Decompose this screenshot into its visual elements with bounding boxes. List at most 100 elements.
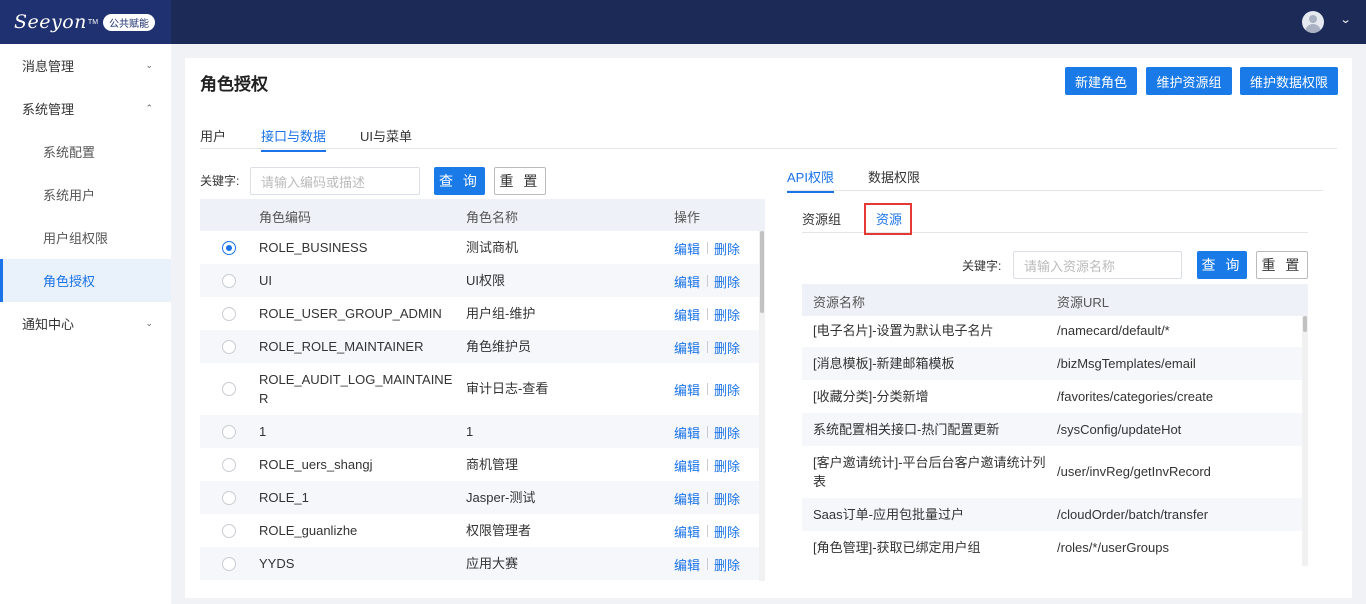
table-row[interactable]: ROLE_USER_GROUP_ADMIN 用户组-维护 编辑 删除 [200,297,759,330]
role-table-scrollbar[interactable] [759,231,765,581]
edit-link[interactable]: 编辑 [674,522,700,541]
row-radio[interactable] [222,306,236,321]
scrollbar-thumb[interactable] [1303,316,1307,332]
row-radio[interactable] [222,273,236,288]
table-row[interactable]: ROLE_guanlizhe 权限管理者 编辑 删除 [200,514,759,547]
sidebar-menu-notification[interactable]: 通知中心 ⌄ [0,302,171,345]
resource-name-cell: [客户邀请统计]-平台后台客户邀请统计列表 [813,453,1053,491]
role-code-cell: ROLE_USER_GROUP_ADMIN [259,305,442,321]
sidebar-menu-system[interactable]: 系统管理 ⌃ [0,87,171,130]
resource-name-cell: [收藏分类]-分类新增 [813,388,929,404]
delete-link[interactable]: 删除 [714,380,740,399]
role-query-button[interactable]: 查 询 [434,167,485,195]
row-radio[interactable] [222,424,236,439]
table-row[interactable]: ROLE_BUSINESS 测试商机 编辑 删除 [200,231,759,264]
page-title: 角色授权 [200,75,268,94]
resource-url-cell: /bizMsgTemplates/email [1057,355,1196,371]
edit-link[interactable]: 编辑 [674,456,700,475]
table-row[interactable]: YYDS 应用大赛 编辑 删除 [200,547,759,580]
delete-link[interactable]: 删除 [714,338,740,357]
tab-users[interactable]: 用户 [200,126,226,145]
table-row[interactable]: UI UI权限 编辑 删除 [200,264,759,297]
delete-link[interactable]: 删除 [714,555,740,574]
delete-link[interactable]: 删除 [714,239,740,258]
row-radio[interactable] [222,523,236,538]
tab-data-permission[interactable]: 数据权限 [868,167,920,186]
chevron-down-icon[interactable]: ⌄ [1340,13,1352,26]
main-panel: 角色授权 新建角色 维护资源组 维护数据权限 用户 接口与数据 UI与菜单 关键… [185,58,1352,598]
table-row[interactable]: [电子名片]-设置为默认电子名片/namecard/default/* [802,314,1302,347]
tab-api-data[interactable]: 接口与数据 [261,126,327,152]
resource-table-scrollbar[interactable] [1302,314,1308,566]
edit-link[interactable]: 编辑 [674,380,700,399]
role-code-cell: ROLE_BUSINESS [259,239,368,255]
row-radio[interactable] [222,240,236,255]
new-role-button[interactable]: 新建角色 [1065,67,1137,95]
delete-link[interactable]: 删除 [714,305,740,324]
logo-badge: 公共赋能 [103,13,156,31]
resource-query-button[interactable]: 查 询 [1197,251,1247,279]
table-row[interactable]: 1 1 编辑 删除 [200,415,759,448]
table-row[interactable]: Saas订单-应用包批量过户/cloudOrder/batch/transfer [802,498,1302,531]
sidebar-item-system-config[interactable]: 系统配置 [0,130,171,173]
edit-link[interactable]: 编辑 [674,338,700,357]
table-row[interactable]: ROLE_ROLE_MAINTAINER 角色维护员 编辑 删除 [200,330,759,363]
table-row[interactable]: [消息模板]-新建邮箱模板/bizMsgTemplates/email [802,347,1302,380]
sidebar-menu-message[interactable]: 消息管理 ⌄ [0,44,171,87]
resource-reset-button[interactable]: 重 置 [1256,251,1308,279]
scrollbar-thumb[interactable] [760,231,764,313]
user-icon-body [1305,24,1321,33]
resource-name-line: [客户邀请统计]-平台后台客户邀请统计列 [813,455,1046,470]
chevron-down-icon: ⌄ [145,318,153,328]
table-row[interactable]: [收藏分类]-分类新增/favorites/categories/create [802,380,1302,413]
delete-link[interactable]: 删除 [714,423,740,442]
role-code-cell: ROLE_AUDIT_LOG_MAINTAINE R [259,370,459,408]
op-divider [707,524,708,537]
row-radio[interactable] [222,490,236,505]
resource-url-cell: /sysConfig/updateHot [1057,421,1182,437]
subtab-resource-group[interactable]: 资源组 [802,209,841,228]
sidebar-item-label: 系统用户 [43,188,96,203]
table-row[interactable]: [客户邀请统计]-平台后台客户邀请统计列表/user/invReg/getInv… [802,446,1302,498]
edit-link[interactable]: 编辑 [674,423,700,442]
brand-logo[interactable]: Seeyon TM 公共赋能 [0,0,171,44]
table-row[interactable]: ROLE_uers_shangj 商机管理 编辑 删除 [200,448,759,481]
op-divider [707,491,708,504]
avatar[interactable] [1302,11,1324,33]
row-radio[interactable] [222,457,236,472]
delete-link[interactable]: 删除 [714,456,740,475]
role-reset-button[interactable]: 重 置 [494,167,546,195]
table-row[interactable]: ROLE_AUDIT_LOG_MAINTAINE R 审计日志-查看 编辑 删除 [200,363,759,415]
edit-link[interactable]: 编辑 [674,305,700,324]
maintain-resource-group-button[interactable]: 维护资源组 [1146,67,1232,95]
role-name-cell: 审计日志-查看 [466,381,549,396]
sidebar-item-usergroup-permission[interactable]: 用户组权限 [0,216,171,259]
table-row[interactable]: 系统配置相关接口-热门配置更新/sysConfig/updateHot [802,413,1302,446]
column-header-name: 角色名称 [466,210,519,225]
role-code-cell: ROLE_1 [259,489,309,505]
edit-link[interactable]: 编辑 [674,489,700,508]
resource-search-input[interactable]: 请输入资源名称 [1013,251,1182,279]
role-name-cell: 用户组-维护 [466,305,536,321]
maintain-data-permission-button[interactable]: 维护数据权限 [1240,67,1338,95]
table-row[interactable]: ROLE_1 Jasper-测试 编辑 删除 [200,481,759,514]
sidebar-item-system-users[interactable]: 系统用户 [0,173,171,216]
tab-api-permission[interactable]: API权限 [787,167,834,193]
role-search-input[interactable]: 请输入编码或描述 [250,167,420,195]
edit-link[interactable]: 编辑 [674,555,700,574]
sidebar-item-role-authorization[interactable]: 角色授权 [0,259,171,302]
tab-ui-menu[interactable]: UI与菜单 [360,126,412,145]
right-tabs: API权限 数据权限 [787,161,1323,193]
row-radio[interactable] [222,382,236,396]
table-row[interactable]: [角色管理]-获取已绑定用户组/roles/*/userGroups [802,531,1302,564]
delete-link[interactable]: 删除 [714,272,740,291]
op-divider [707,458,708,471]
edit-link[interactable]: 编辑 [674,239,700,258]
op-divider [707,340,708,353]
edit-link[interactable]: 编辑 [674,272,700,291]
row-radio[interactable] [222,339,236,354]
sidebar: 消息管理 ⌄ 系统管理 ⌃ 系统配置 系统用户 用户组权限 角色授权 通知中心 … [0,44,171,604]
delete-link[interactable]: 删除 [714,522,740,541]
delete-link[interactable]: 删除 [714,489,740,508]
row-radio[interactable] [222,556,236,571]
